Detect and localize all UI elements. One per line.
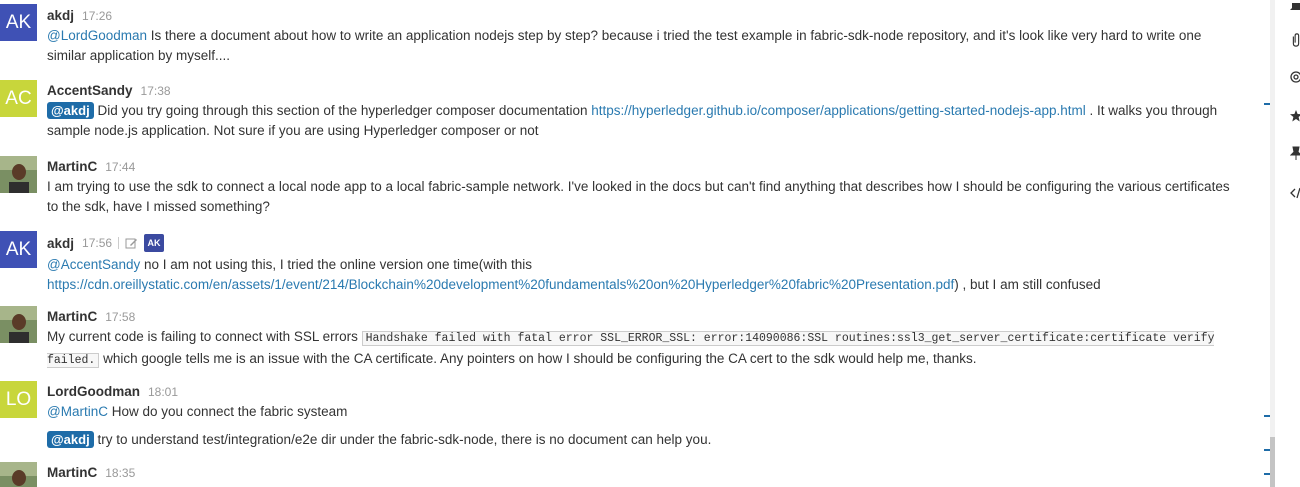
avatar-photo-icon bbox=[0, 306, 37, 343]
timestamp[interactable]: 17:38 bbox=[141, 84, 171, 98]
separator bbox=[118, 237, 120, 249]
avatar[interactable]: AK bbox=[0, 231, 37, 268]
edit-icon[interactable] bbox=[125, 237, 138, 250]
avatar[interactable]: LO bbox=[0, 381, 37, 418]
star-icon[interactable] bbox=[1290, 109, 1300, 123]
message-body: My current code is failing to connect wi… bbox=[47, 329, 362, 344]
message-body: try to understand test/integration/e2e d… bbox=[93, 432, 712, 447]
chat-message-list: AK akdj 17:26 @LordGoodman Is there a doc… bbox=[0, 0, 1262, 487]
message-link[interactable]: https://cdn.oreillystatic.com/en/assets/… bbox=[47, 277, 954, 292]
username[interactable]: MartinC bbox=[47, 465, 97, 480]
code-icon[interactable] bbox=[1290, 186, 1300, 200]
at-icon[interactable] bbox=[1290, 70, 1300, 84]
timestamp[interactable]: 18:35 bbox=[105, 466, 135, 480]
mention-link[interactable]: @LordGoodman bbox=[47, 28, 147, 43]
username[interactable]: MartinC bbox=[47, 309, 97, 324]
username[interactable]: LordGoodman bbox=[47, 384, 140, 399]
timestamp[interactable]: 17:26 bbox=[82, 9, 112, 23]
message-link[interactable]: https://hyperledger.github.io/composer/a… bbox=[591, 103, 1086, 118]
avatar-photo-icon bbox=[0, 462, 37, 487]
mention-pill[interactable]: @akdj bbox=[47, 102, 94, 119]
username[interactable]: akdj bbox=[47, 236, 74, 251]
message-body: Is there a document about how to write a… bbox=[47, 28, 1202, 63]
mention-link[interactable]: @MartinC bbox=[47, 404, 108, 419]
username[interactable]: akdj bbox=[47, 8, 74, 23]
message-text: I am trying to use the sdk to connect a … bbox=[47, 179, 1230, 214]
avatar[interactable]: AC bbox=[0, 80, 37, 117]
avatar[interactable] bbox=[0, 306, 37, 343]
message-body: How do you connect the fabric systeam bbox=[107, 404, 348, 419]
message-body: Did you try going through this section o… bbox=[93, 103, 592, 118]
username[interactable]: AccentSandy bbox=[47, 83, 133, 98]
message-text: @LordGoodman Is there a document about h… bbox=[47, 26, 1242, 66]
message-body: no I am not using this, I tried the onli… bbox=[140, 257, 532, 272]
message-text: @AccentSandy no I am not using this, I t… bbox=[47, 255, 1242, 295]
avatar-photo-icon bbox=[0, 156, 37, 193]
pin-icon[interactable] bbox=[1290, 146, 1300, 160]
scrollbar-track[interactable] bbox=[1270, 0, 1275, 487]
message-text: My current code is failing to connect wi… bbox=[47, 327, 1242, 371]
timestamp[interactable]: 17:58 bbox=[105, 310, 135, 324]
message-text: @MartinC How do you connect the fabric s… bbox=[47, 402, 1242, 422]
timestamp[interactable]: 17:44 bbox=[105, 160, 135, 174]
read-by-avatar[interactable]: AK bbox=[144, 234, 165, 252]
paperclip-icon[interactable] bbox=[1290, 33, 1300, 47]
message-body: which google tells me is an issue with t… bbox=[99, 351, 977, 366]
avatar[interactable]: AK bbox=[0, 4, 37, 41]
timestamp[interactable]: 17:56 bbox=[82, 236, 112, 250]
message-body: ) , but I am still confused bbox=[954, 277, 1101, 292]
bell-icon[interactable] bbox=[1290, 0, 1300, 14]
message-text-followup: @akdj try to understand test/integration… bbox=[47, 430, 1242, 450]
username[interactable]: MartinC bbox=[47, 159, 97, 174]
right-toolbar bbox=[1276, 0, 1300, 487]
message-text: @akdj Did you try going through this sec… bbox=[47, 101, 1242, 141]
mention-pill[interactable]: @akdj bbox=[47, 431, 94, 448]
mention-link[interactable]: @AccentSandy bbox=[47, 257, 140, 272]
timestamp[interactable]: 18:01 bbox=[148, 385, 178, 399]
scrollbar-thumb[interactable] bbox=[1270, 437, 1275, 487]
avatar[interactable] bbox=[0, 462, 37, 487]
avatar[interactable] bbox=[0, 156, 37, 193]
